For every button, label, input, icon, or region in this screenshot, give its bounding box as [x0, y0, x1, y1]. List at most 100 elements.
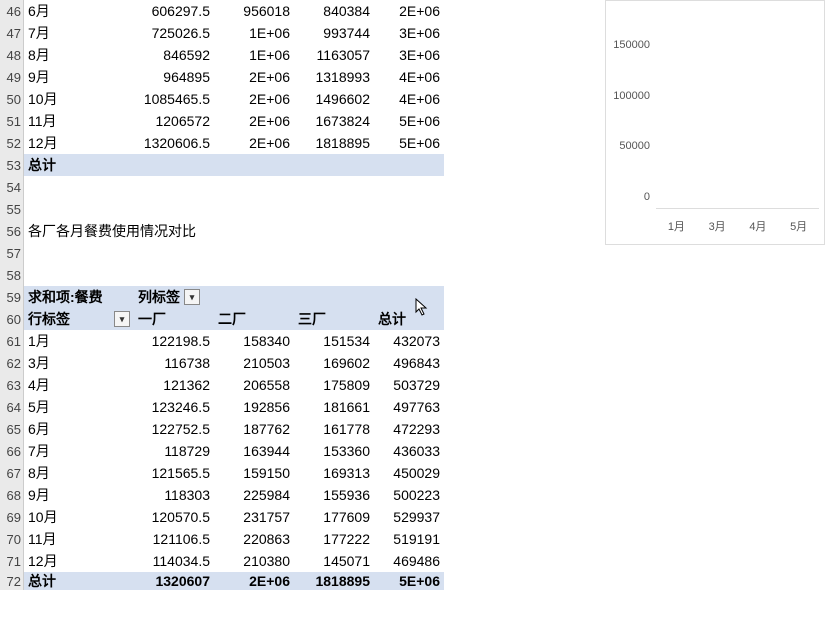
cell[interactable]: 177609 — [294, 506, 374, 528]
cell[interactable]: 155936 — [294, 484, 374, 506]
cell[interactable]: 846592 — [134, 44, 214, 66]
cell[interactable]: 123246.5 — [134, 396, 214, 418]
cell[interactable]: 121565.5 — [134, 462, 214, 484]
cell[interactable]: 1818895 — [294, 572, 374, 590]
cell[interactable]: 964895 — [134, 66, 214, 88]
cell-month[interactable]: 10月 — [24, 506, 134, 528]
upper-total-row[interactable]: 53 总计 — [0, 154, 444, 176]
table-row[interactable]: 52 12月 1320606.5 2E+06 1818895 5E+06 — [0, 132, 444, 154]
cell[interactable]: 840384 — [294, 0, 374, 22]
title-row[interactable]: 56 各厂各月餐费使用情况对比 — [0, 220, 444, 242]
cell-month[interactable]: 6月 — [24, 418, 134, 440]
cell[interactable]: 145071 — [294, 550, 374, 572]
cell[interactable]: 1496602 — [294, 88, 374, 110]
cell[interactable]: 450029 — [374, 462, 444, 484]
pivot-header-row-1[interactable]: 59 求和项:餐费 列标签 ▾ — [0, 286, 444, 308]
cell[interactable]: 231757 — [214, 506, 294, 528]
cell-month[interactable]: 8月 — [24, 44, 134, 66]
pivot-row[interactable]: 67 8月 121565.5 159150 169313 450029 — [0, 462, 444, 484]
cell-month[interactable]: 8月 — [24, 462, 134, 484]
pivot-header-row-2[interactable]: 60 行标签 ▾ 一厂 二厂 三厂 总计 — [0, 308, 444, 330]
pivot-row[interactable]: 61 1月 122198.5 158340 151534 432073 — [0, 330, 444, 352]
cell[interactable]: 1318993 — [294, 66, 374, 88]
table-row[interactable]: 46 6月 606297.5 956018 840384 2E+06 — [0, 0, 444, 22]
cell[interactable]: 1E+06 — [214, 22, 294, 44]
table-row[interactable]: 50 10月 1085465.5 2E+06 1496602 4E+06 — [0, 88, 444, 110]
cell[interactable]: 436033 — [374, 440, 444, 462]
cell[interactable]: 187762 — [214, 418, 294, 440]
cell[interactable]: 5E+06 — [374, 110, 444, 132]
cell[interactable]: 2E+06 — [214, 66, 294, 88]
cell[interactable]: 118303 — [134, 484, 214, 506]
cell[interactable]: 993744 — [294, 22, 374, 44]
cell[interactable]: 159150 — [214, 462, 294, 484]
cell[interactable]: 210503 — [214, 352, 294, 374]
pivot-row[interactable]: 63 4月 121362 206558 175809 503729 — [0, 374, 444, 396]
pivot-row[interactable]: 65 6月 122752.5 187762 161778 472293 — [0, 418, 444, 440]
cell-month[interactable]: 11月 — [24, 528, 134, 550]
cell[interactable]: 1163057 — [294, 44, 374, 66]
table-row[interactable]: 51 11月 1206572 2E+06 1673824 5E+06 — [0, 110, 444, 132]
pivot-row[interactable]: 64 5月 123246.5 192856 181661 497763 — [0, 396, 444, 418]
cell-month[interactable]: 3月 — [24, 352, 134, 374]
cell[interactable]: 1320607 — [134, 572, 214, 590]
cell[interactable]: 177222 — [294, 528, 374, 550]
cell-month[interactable]: 12月 — [24, 132, 134, 154]
pivot-col-3[interactable]: 总计 — [374, 308, 444, 330]
cell-month[interactable]: 12月 — [24, 550, 134, 572]
empty-row[interactable]: 57 — [0, 242, 444, 264]
cell-month[interactable]: 9月 — [24, 66, 134, 88]
cell[interactable]: 606297.5 — [134, 0, 214, 22]
spreadsheet-grid[interactable]: 46 6月 606297.5 956018 840384 2E+06 47 7月… — [0, 0, 444, 590]
pivot-row[interactable]: 66 7月 118729 163944 153360 436033 — [0, 440, 444, 462]
pivot-col-0[interactable]: 一厂 — [134, 308, 214, 330]
cell[interactable]: 114034.5 — [134, 550, 214, 572]
cell-month[interactable]: 7月 — [24, 440, 134, 462]
cell[interactable]: 1320606.5 — [134, 132, 214, 154]
cell[interactable]: 3E+06 — [374, 22, 444, 44]
cell[interactable]: 1E+06 — [214, 44, 294, 66]
cell[interactable]: 472293 — [374, 418, 444, 440]
empty-row[interactable]: 55 — [0, 198, 444, 220]
cell[interactable]: 120570.5 — [134, 506, 214, 528]
cell[interactable]: 500223 — [374, 484, 444, 506]
cell[interactable]: 122752.5 — [134, 418, 214, 440]
cell-month[interactable]: 10月 — [24, 88, 134, 110]
cell[interactable]: 1818895 — [294, 132, 374, 154]
cell-month[interactable]: 5月 — [24, 396, 134, 418]
cell[interactable]: 725026.5 — [134, 22, 214, 44]
empty-row[interactable]: 58 — [0, 264, 444, 286]
pivot-rowlabel[interactable]: 行标签 ▾ — [24, 308, 134, 330]
cell[interactable]: 5E+06 — [374, 132, 444, 154]
cell[interactable]: 2E+06 — [214, 132, 294, 154]
table-row[interactable]: 48 8月 846592 1E+06 1163057 3E+06 — [0, 44, 444, 66]
pivot-collabel[interactable]: 列标签 ▾ — [134, 286, 214, 308]
cell[interactable]: 497763 — [374, 396, 444, 418]
cell[interactable]: 122198.5 — [134, 330, 214, 352]
cell[interactable]: 121106.5 — [134, 528, 214, 550]
cell[interactable]: 4E+06 — [374, 88, 444, 110]
cell-total-label[interactable]: 总计 — [24, 154, 134, 176]
pivot-row[interactable]: 69 10月 120570.5 231757 177609 529937 — [0, 506, 444, 528]
cell-month[interactable]: 9月 — [24, 484, 134, 506]
cell[interactable]: 158340 — [214, 330, 294, 352]
cell[interactable]: 225984 — [214, 484, 294, 506]
cell[interactable]: 469486 — [374, 550, 444, 572]
table-row[interactable]: 47 7月 725026.5 1E+06 993744 3E+06 — [0, 22, 444, 44]
cell[interactable]: 163944 — [214, 440, 294, 462]
cell[interactable]: 220863 — [214, 528, 294, 550]
cell[interactable]: 503729 — [374, 374, 444, 396]
cell[interactable]: 206558 — [214, 374, 294, 396]
pivot-row[interactable]: 68 9月 118303 225984 155936 500223 — [0, 484, 444, 506]
section-title[interactable]: 各厂各月餐费使用情况对比 — [24, 220, 444, 242]
cell[interactable]: 1673824 — [294, 110, 374, 132]
empty-row[interactable]: 54 — [0, 176, 444, 198]
cell[interactable]: 4E+06 — [374, 66, 444, 88]
cell[interactable]: 121362 — [134, 374, 214, 396]
pivot-total-row[interactable]: 72 总计 1320607 2E+06 1818895 5E+06 — [0, 572, 444, 590]
pivot-measure-label[interactable]: 求和项:餐费 — [24, 286, 134, 308]
cell-month[interactable]: 4月 — [24, 374, 134, 396]
cell[interactable]: 1206572 — [134, 110, 214, 132]
cell[interactable]: 169602 — [294, 352, 374, 374]
cell-month[interactable]: 1月 — [24, 330, 134, 352]
